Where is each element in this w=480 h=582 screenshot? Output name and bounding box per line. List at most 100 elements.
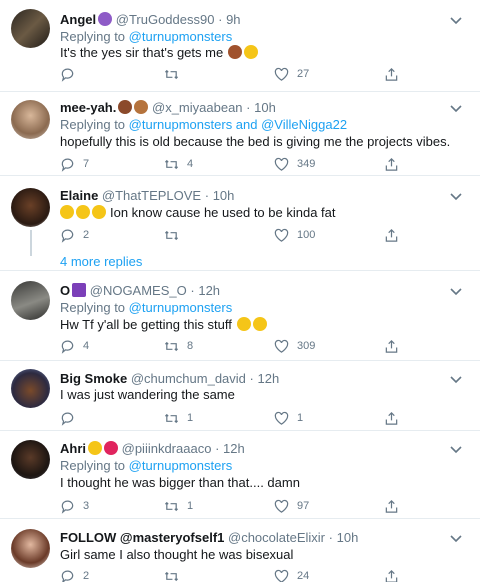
avatar[interactable] <box>11 369 50 408</box>
retweet-button[interactable] <box>164 568 187 582</box>
user-handle[interactable]: @chocolateElixir <box>228 530 325 545</box>
like-button[interactable]: 349 <box>274 156 315 172</box>
retweet-count: 4 <box>187 158 194 170</box>
display-name[interactable]: O <box>60 283 70 298</box>
timestamp[interactable]: 10h <box>337 530 359 545</box>
reply-button[interactable]: 7 <box>60 156 89 172</box>
heart-icon <box>274 569 289 582</box>
display-name[interactable]: mee-yah. <box>60 100 116 115</box>
mention-link[interactable]: @turnupmonsters <box>129 300 233 315</box>
tweet[interactable]: FOLLOW @masteryofself1 @chocolateElixir … <box>0 519 480 582</box>
display-name[interactable]: Ahri <box>60 441 86 456</box>
chevron-down-icon[interactable] <box>448 283 464 299</box>
user-handle[interactable]: @ThatTEPLOVE <box>102 188 201 203</box>
replying-to-label: Replying to <box>60 458 126 473</box>
laughing-emoji-icon <box>76 205 90 219</box>
share-icon <box>385 67 398 81</box>
reply-button[interactable] <box>60 410 83 426</box>
user-handle[interactable]: @TruGoddess90 <box>116 12 215 27</box>
retweet-button[interactable]: 1 <box>164 410 193 426</box>
separator: · <box>249 371 254 386</box>
avatar[interactable] <box>11 440 50 479</box>
heart-icon <box>274 67 289 81</box>
show-more-replies-link[interactable]: 4 more replies <box>60 254 142 269</box>
action-bar: 1 1 <box>60 410 420 426</box>
timestamp[interactable]: 10h <box>254 100 276 115</box>
avatar[interactable] <box>11 9 50 48</box>
like-button[interactable]: 309 <box>274 338 315 354</box>
action-bar: 4 8 309 <box>60 338 420 354</box>
display-name[interactable]: Angel <box>60 12 96 27</box>
retweet-button[interactable] <box>164 227 187 243</box>
mention-link[interactable]: @turnupmonsters <box>129 458 233 473</box>
avatar[interactable] <box>11 281 50 320</box>
reply-button[interactable]: 3 <box>60 498 89 514</box>
share-button[interactable] <box>384 498 399 514</box>
share-button[interactable] <box>384 410 399 426</box>
like-button[interactable]: 1 <box>274 410 303 426</box>
like-button[interactable]: 97 <box>274 498 309 514</box>
tweet-text: I was just wandering the same <box>60 387 235 402</box>
display-name[interactable]: Elaine <box>60 188 98 203</box>
share-button[interactable] <box>384 338 399 354</box>
thinking-emoji-icon <box>244 45 259 59</box>
tweet-text: I thought he was bigger than that.... da… <box>60 475 300 490</box>
timestamp[interactable]: 10h <box>213 188 235 203</box>
crying-emoji-icon <box>252 317 267 331</box>
tweet[interactable]: Elaine @ThatTEPLOVE · 10h Ion know cause… <box>0 176 480 271</box>
tweet[interactable]: mee-yah. @x_miyaabean · 10h Replying to … <box>0 92 480 176</box>
heart-icon <box>274 499 289 513</box>
user-handle[interactable]: @piiinkdraaaco <box>122 441 212 456</box>
reply-button[interactable] <box>60 66 83 82</box>
retweet-button[interactable]: 4 <box>164 156 193 172</box>
retweet-button[interactable]: 1 <box>164 498 193 514</box>
like-button[interactable]: 27 <box>274 66 309 82</box>
avatar[interactable] <box>11 100 50 139</box>
like-count: 24 <box>297 570 310 582</box>
tweet[interactable]: Big Smoke @chumchum_david · 12h I was ju… <box>0 361 480 431</box>
avatar[interactable] <box>11 529 50 568</box>
like-button[interactable]: 100 <box>274 227 315 243</box>
chevron-down-icon[interactable] <box>448 530 464 546</box>
timestamp[interactable]: 9h <box>226 12 240 27</box>
retweet-button[interactable]: 8 <box>164 338 193 354</box>
user-handle[interactable]: @x_miyaabean <box>152 100 243 115</box>
heart-icon <box>274 228 289 242</box>
share-button[interactable] <box>384 156 399 172</box>
display-name[interactable]: FOLLOW @masteryofself1 <box>60 530 224 545</box>
avatar[interactable] <box>11 188 50 227</box>
timestamp[interactable]: 12h <box>258 371 280 386</box>
tweet[interactable]: O @NOGAMES_O · 12h Replying to @turnupmo… <box>0 271 480 361</box>
like-count: 100 <box>297 229 316 241</box>
replying-to-label: Replying to <box>60 300 126 315</box>
share-button[interactable] <box>384 568 399 582</box>
chevron-down-icon[interactable] <box>448 100 464 116</box>
tweet[interactable]: Angel @TruGoddess90 · 9h Replying to @tu… <box>0 0 480 92</box>
replying-to-label: Replying to <box>60 117 126 132</box>
mention-link[interactable]: @turnupmonsters and @VilleNigga22 <box>129 117 347 132</box>
chevron-down-icon[interactable] <box>448 371 464 387</box>
timestamp[interactable]: 12h <box>198 283 220 298</box>
retweet-count: 1 <box>187 412 194 424</box>
mention-link[interactable]: @turnupmonsters <box>129 29 233 44</box>
chevron-down-icon[interactable] <box>448 188 464 204</box>
retweet-count: 1 <box>187 500 194 512</box>
timestamp[interactable]: 12h <box>223 441 245 456</box>
replying-to: Replying to @turnupmonsters <box>60 458 232 473</box>
chevron-down-icon[interactable] <box>448 441 464 457</box>
tweet-header: mee-yah. @x_miyaabean · 10h <box>60 100 276 115</box>
laughing-emoji-icon <box>60 205 74 219</box>
reply-button[interactable]: 2 <box>60 568 89 582</box>
user-handle[interactable]: @NOGAMES_O <box>90 283 187 298</box>
chevron-down-icon[interactable] <box>448 12 464 28</box>
user-handle[interactable]: @chumchum_david <box>131 371 246 386</box>
display-name[interactable]: Big Smoke <box>60 371 127 386</box>
like-button[interactable]: 24 <box>274 568 309 582</box>
tweet[interactable]: Ahri @piiinkdraaaco · 12h Replying to @t… <box>0 431 480 519</box>
retweet-button[interactable] <box>164 66 187 82</box>
reply-button[interactable]: 2 <box>60 227 89 243</box>
share-button[interactable] <box>384 66 399 82</box>
share-button[interactable] <box>384 227 399 243</box>
reply-button[interactable]: 4 <box>60 338 89 354</box>
retweet-icon <box>164 413 179 423</box>
